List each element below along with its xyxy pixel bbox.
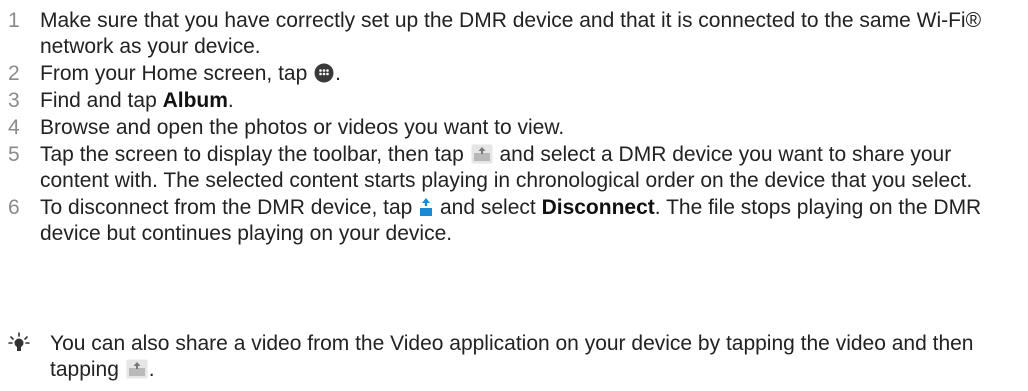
step-2: 2 From your Home screen, tap . xyxy=(8,61,1018,87)
step-number: 2 xyxy=(8,62,20,85)
step-number: 1 xyxy=(8,9,20,32)
album-app-label: Album xyxy=(162,89,228,112)
lightbulb-tip-icon xyxy=(8,331,50,361)
step-number: 3 xyxy=(8,89,20,112)
share-device-icon xyxy=(126,359,148,379)
step-text: Find and tap Album. xyxy=(40,89,234,112)
step-text: Tap the screen to display the toolbar, t… xyxy=(40,143,973,192)
share-device-icon xyxy=(471,144,493,164)
step-number: 6 xyxy=(8,196,20,219)
step-text: Browse and open the photos or videos you… xyxy=(40,116,565,139)
share-active-icon xyxy=(419,197,433,217)
step-text: Make sure that you have correctly set up… xyxy=(40,9,982,58)
step-text: From your Home screen, tap . xyxy=(40,62,341,85)
tip-text: You can also share a video from the Vide… xyxy=(50,332,974,381)
step-4: 4 Browse and open the photos or videos y… xyxy=(8,115,1018,141)
step-5: 5 Tap the screen to display the toolbar,… xyxy=(8,142,1018,194)
instruction-steps: 1 Make sure that you have correctly set … xyxy=(8,8,1018,248)
step-text: To disconnect from the DMR device, tap a… xyxy=(40,196,982,245)
tip-note: You can also share a video from the Vide… xyxy=(8,331,1020,383)
step-1: 1 Make sure that you have correctly set … xyxy=(8,8,1018,60)
app-grid-icon xyxy=(314,63,334,83)
step-6: 6 To disconnect from the DMR device, tap… xyxy=(8,195,1018,247)
step-number: 4 xyxy=(8,116,20,139)
disconnect-option-label: Disconnect xyxy=(541,196,655,219)
step-3: 3 Find and tap Album. xyxy=(8,88,1018,114)
step-number: 5 xyxy=(8,143,20,166)
